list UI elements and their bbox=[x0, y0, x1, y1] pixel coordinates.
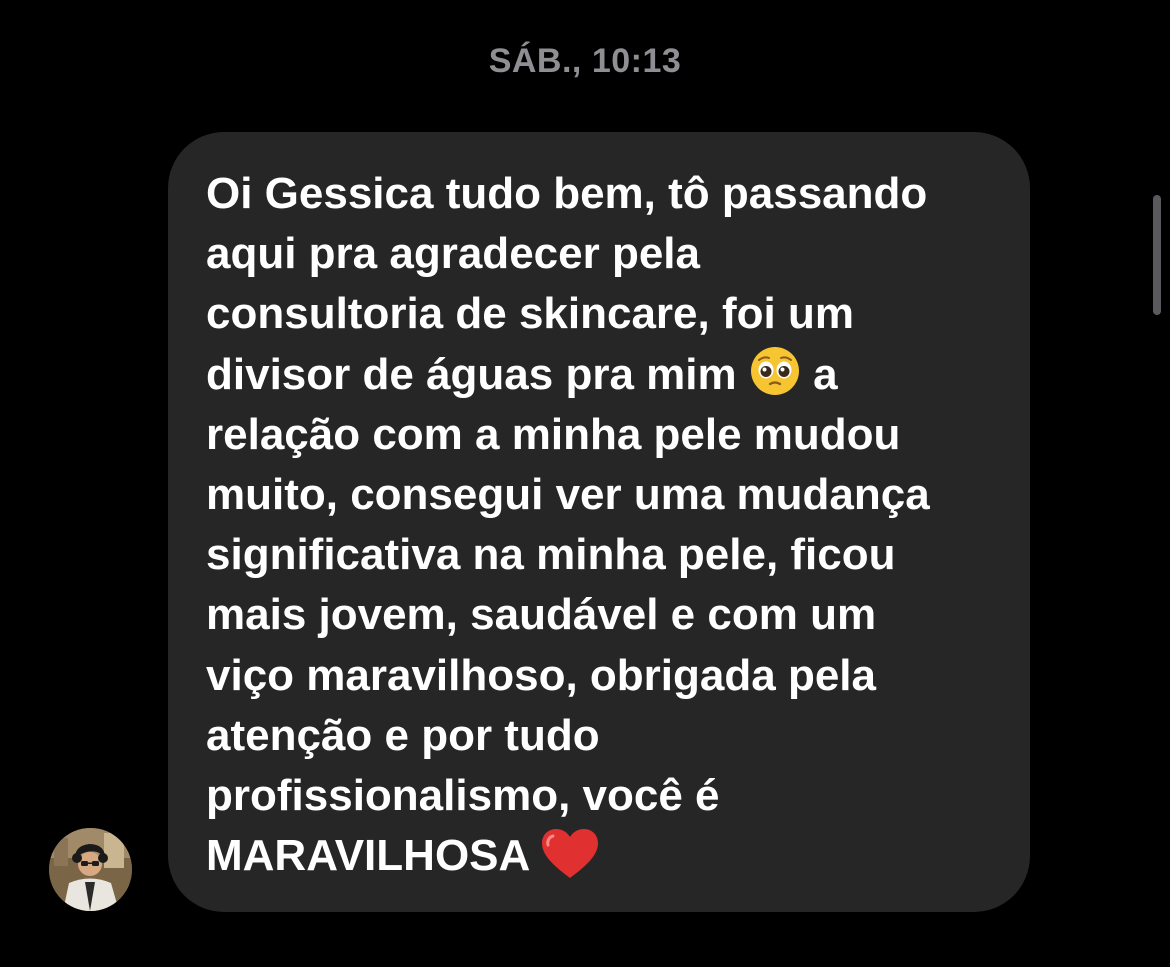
message-line-8: mais jovem, saudável e com um bbox=[206, 590, 877, 640]
message-line-4: divisor de águas pra mim bbox=[206, 349, 737, 399]
message-line-12: MARAVILHOSA bbox=[206, 831, 529, 881]
message-line-7: significativa na minha pele, ficou bbox=[206, 530, 896, 580]
red-heart-icon bbox=[541, 829, 599, 881]
message-line-3: consultoria de skincare, foi um bbox=[206, 289, 854, 339]
avatar-photo-icon bbox=[49, 828, 132, 911]
scrollbar-thumb[interactable] bbox=[1153, 195, 1161, 315]
message-line-6: muito, consegui ver uma mudança bbox=[206, 470, 930, 520]
sender-avatar[interactable] bbox=[49, 828, 132, 911]
message-line-9: viço maravilhoso, obrigada pela bbox=[206, 650, 876, 700]
message-line-10: atenção e por tudo bbox=[206, 710, 600, 760]
message-line-4b: a bbox=[813, 349, 838, 399]
message-text: Oi Gessica tudo bem, tô passando aqui pr… bbox=[206, 164, 1000, 886]
message-bubble[interactable]: Oi Gessica tudo bem, tô passando aqui pr… bbox=[168, 132, 1030, 912]
message-line-1: Oi Gessica tudo bem, tô passando bbox=[206, 169, 928, 218]
message-timestamp: SÁB., 10:13 bbox=[488, 42, 682, 80]
message-line-11: profissionalismo, você é bbox=[206, 771, 720, 821]
message-line-5: relação com a minha pele mudou bbox=[206, 409, 901, 459]
pleading-face-icon bbox=[749, 346, 801, 400]
message-line-2: aqui pra agradecer pela bbox=[206, 229, 700, 279]
